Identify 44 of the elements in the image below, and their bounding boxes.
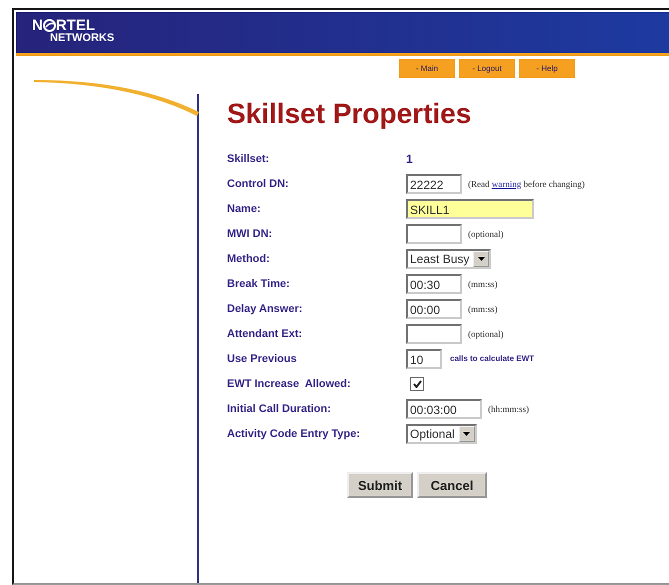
nav-button[interactable]: - Logout <box>459 59 515 78</box>
input-field[interactable]: 00:03:00 <box>406 398 482 418</box>
hint-text: (Read warning before changing) <box>468 178 585 188</box>
checkbox[interactable] <box>410 376 424 390</box>
field-label: Delay Answer: <box>227 302 304 314</box>
field-label: Break Time: <box>227 278 291 290</box>
field-label: Initial Call Duration: <box>227 402 332 414</box>
page-title: Skillset Properties <box>227 98 472 130</box>
field-label: Activity Code Entry Type: <box>227 428 362 440</box>
logo-text: RTEL <box>56 18 96 33</box>
input-field[interactable] <box>406 324 462 344</box>
warning-link[interactable]: warning <box>492 178 522 188</box>
field-label: Control DN: <box>227 178 290 190</box>
field-label: EWT Increase Allowed: <box>227 378 352 390</box>
hint-text: (mm:ss) <box>468 304 498 314</box>
input-field[interactable] <box>406 224 462 244</box>
input-field[interactable]: 00:30 <box>406 274 462 294</box>
field-label: Skillset: <box>227 152 270 164</box>
field-label: Name: <box>227 202 262 214</box>
hint-text: (mm:ss) <box>468 278 498 288</box>
field-label: Use Previous <box>227 352 298 364</box>
note-text: calls to calculate EWT <box>450 354 534 363</box>
cancel-button[interactable]: Cancel <box>417 472 487 498</box>
field-label: Method: <box>227 252 271 264</box>
caret-icon <box>458 426 475 442</box>
hint-text: (optional) <box>468 328 504 338</box>
caret-icon <box>473 250 490 266</box>
field-value: 1 <box>406 152 413 166</box>
field-label: Attendant Ext: <box>227 328 304 340</box>
dropdown[interactable]: Least Busy <box>406 248 492 268</box>
dropdown[interactable]: Optional <box>406 424 477 444</box>
globe-icon <box>42 19 56 32</box>
logo-subtitle: NETWORKS <box>50 33 114 44</box>
nav-button[interactable]: - Main <box>399 59 455 78</box>
input-field[interactable]: 00:00 <box>406 298 462 318</box>
input-field[interactable]: SKILL1 <box>406 198 534 218</box>
logo-text: N <box>32 18 43 33</box>
nav-button[interactable]: - Help <box>519 59 575 78</box>
hint-text: (hh:mm:ss) <box>488 404 530 414</box>
hint-text: (optional) <box>468 228 504 238</box>
submit-button[interactable]: Submit <box>347 472 413 498</box>
input-field[interactable]: 22222 <box>406 174 462 194</box>
input-field[interactable]: 10 <box>406 348 442 368</box>
field-label: MWI DN: <box>227 228 274 240</box>
